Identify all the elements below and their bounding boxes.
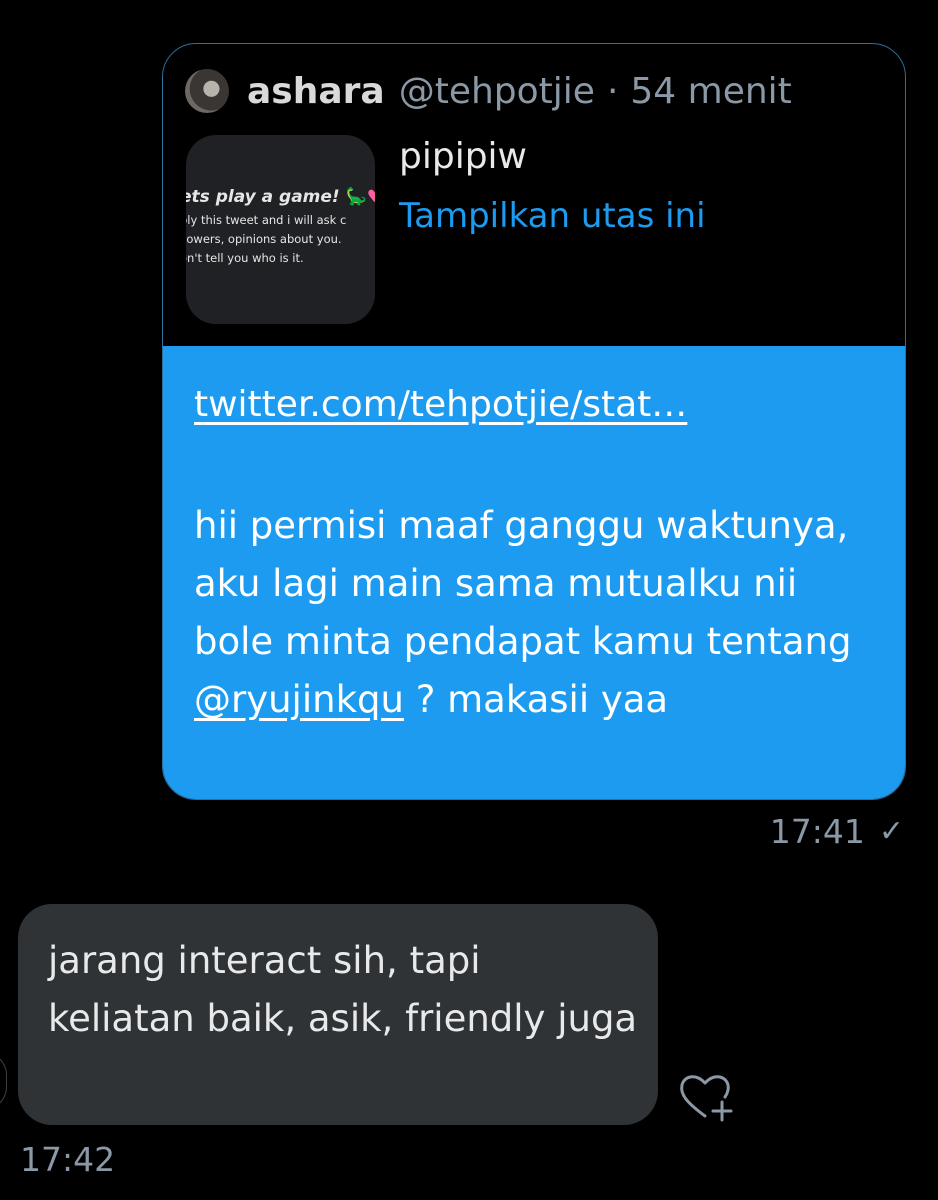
- message-text-part: hii permisi maaf ganggu waktunya, aku la…: [194, 504, 852, 663]
- show-thread-link[interactable]: Tampilkan utas ini: [399, 196, 706, 236]
- heart-emoji-icon: ♥: [367, 187, 375, 207]
- quoted-tweet-time: 54 menit: [630, 70, 792, 112]
- quoted-tweet-header: ashara @tehpotjie · 54 menit: [185, 66, 792, 116]
- outgoing-message-meta: 17:41 ✓: [770, 812, 904, 851]
- incoming-message-time: 17:42: [20, 1140, 116, 1179]
- quoted-author-name: ashara: [247, 70, 385, 112]
- dinosaur-icon: 🦕: [345, 187, 367, 207]
- tweet-link[interactable]: twitter.com/tehpotjie/stat…: [194, 384, 687, 425]
- sender-avatar[interactable]: [0, 1052, 7, 1110]
- quoted-tweet-text: pipipiw: [399, 136, 528, 177]
- outgoing-message-time: 17:41: [769, 812, 865, 851]
- message-text-part: ? makasii yaa: [415, 678, 669, 721]
- mention-link[interactable]: @ryujinkqu: [194, 678, 404, 721]
- quoted-author-handle: @tehpotjie: [398, 70, 595, 112]
- thumbnail-line: ply this tweet and i will ask c: [186, 213, 347, 227]
- outgoing-message-text: hii permisi maaf ganggu waktunya, aku la…: [194, 497, 884, 729]
- outgoing-message-bubble: twitter.com/tehpotjie/stat… hii permisi …: [163, 346, 905, 799]
- incoming-message-text: jarang interact sih, tapi keliatan baik,…: [48, 939, 638, 1040]
- avatar: [185, 69, 229, 113]
- thumbnail-line: on't tell you who is it.: [186, 251, 304, 265]
- check-icon: ✓: [878, 814, 904, 849]
- heart-plus-icon[interactable]: [676, 1068, 742, 1124]
- thumbnail-line: llowers, opinions about you.: [186, 232, 342, 246]
- outgoing-message-card[interactable]: ashara @tehpotjie · 54 menit ets play a …: [162, 43, 906, 800]
- incoming-message-bubble[interactable]: jarang interact sih, tapi keliatan baik,…: [18, 904, 658, 1125]
- thumbnail-title: ets play a game! 🦕♥: [186, 187, 375, 207]
- separator-dot: ·: [606, 70, 619, 112]
- quoted-tweet-thumbnail[interactable]: ets play a game! 🦕♥ ply this tweet and i…: [186, 135, 375, 324]
